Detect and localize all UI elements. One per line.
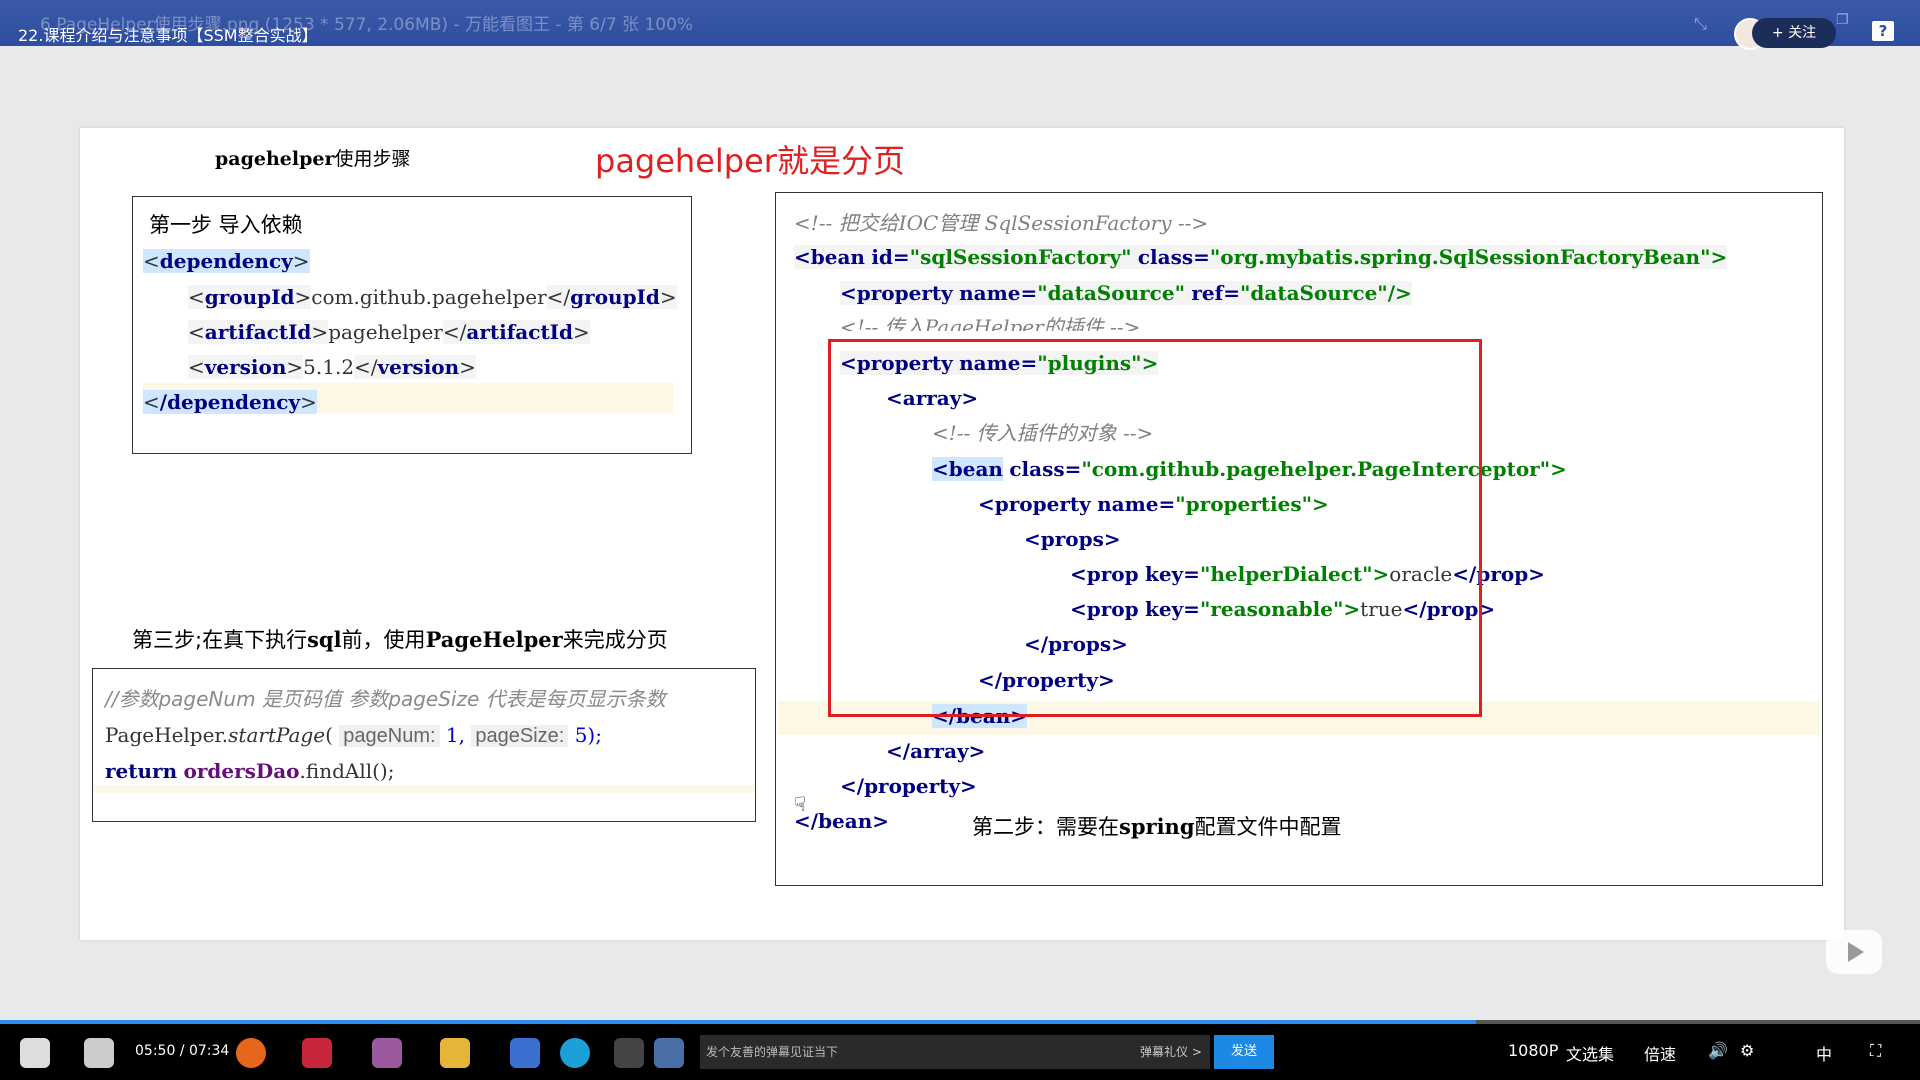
slide-image: pagehelper使用步骤 pagehelper就是分页 第一步 导入依赖 <… bbox=[80, 128, 1844, 940]
xml-comment: <!-- 传入PageHelper的插件 --> bbox=[840, 315, 1141, 331]
code-line: return ordersDao.findAll(); bbox=[105, 759, 395, 783]
danmaku-input[interactable]: 发个友善的弹幕见证当下 bbox=[700, 1035, 1210, 1069]
hand-cursor-icon: ☟ bbox=[794, 792, 807, 816]
code-line: </dependency> bbox=[143, 390, 317, 414]
code-line: </property> bbox=[840, 774, 977, 798]
red-title: pagehelper就是分页 bbox=[595, 142, 905, 180]
restore-window-icon[interactable]: ❐ bbox=[1836, 12, 1849, 28]
quality-selector[interactable]: 1080P bbox=[1508, 1041, 1558, 1060]
help-icon[interactable]: ? bbox=[1872, 21, 1894, 41]
playlist-button[interactable]: 文选集 bbox=[1566, 1041, 1614, 1065]
language-indicator[interactable]: 中 bbox=[1816, 1041, 1832, 1065]
play-pause-icon[interactable] bbox=[20, 1038, 50, 1068]
step1-box: 第一步 导入依赖 <dependency> <groupId>com.githu… bbox=[132, 196, 692, 454]
code-comment: //参数pageNum 是页码值 参数pageSize 代表是每页显示条数 bbox=[105, 687, 666, 711]
send-button[interactable]: 发送 bbox=[1214, 1035, 1274, 1069]
steps-heading-code: pagehelper bbox=[215, 148, 335, 170]
current-line-band bbox=[93, 785, 755, 793]
step3-box: //参数pageNum 是页码值 参数pageSize 代表是每页显示条数 Pa… bbox=[92, 668, 756, 822]
steps-heading-text: 使用步骤 bbox=[334, 148, 411, 170]
pdf-icon[interactable] bbox=[510, 1038, 540, 1068]
speed-button[interactable]: 倍速 bbox=[1644, 1041, 1676, 1065]
code-line: PageHelper.startPage( pageNum: 1, pageSi… bbox=[105, 723, 602, 747]
code-line: <dependency> bbox=[143, 249, 310, 273]
settings-icon[interactable]: ⚙ bbox=[1740, 1041, 1754, 1060]
code-line: <groupId>com.github.pagehelper</groupId> bbox=[188, 285, 677, 309]
folder-icon[interactable] bbox=[440, 1038, 470, 1068]
shrink-icon[interactable]: ⤡ bbox=[1694, 14, 1707, 34]
volume-icon[interactable]: 🔊 bbox=[1708, 1041, 1728, 1060]
code-line: </bean> bbox=[794, 809, 890, 833]
param-hint-pagesize: pageSize: bbox=[471, 725, 569, 747]
code-line: <property name="dataSource" ref="dataSou… bbox=[840, 281, 1412, 305]
time-readout: 05:50 / 07:34 bbox=[135, 1043, 230, 1059]
danmaku-etiquette-link[interactable]: 弹幕礼仪 > bbox=[1140, 1043, 1202, 1060]
code-line: <artifactId>pagehelper</artifactId> bbox=[188, 320, 590, 344]
code-line: </array> bbox=[886, 739, 986, 763]
play-icon[interactable] bbox=[1826, 930, 1882, 974]
code-line: <bean id="sqlSessionFactory" class="org.… bbox=[794, 245, 1728, 269]
danmaku-toggle-icon[interactable] bbox=[654, 1038, 684, 1068]
step2-box: <!-- 把交给IOC管理 SqlSessionFactory --> <bea… bbox=[775, 192, 1823, 886]
xml-comment: <!-- 把交给IOC管理 SqlSessionFactory --> bbox=[794, 211, 1209, 235]
steps-heading: pagehelper使用步骤 bbox=[215, 144, 411, 171]
step2-label: 第二步：需要在spring配置文件中配置 bbox=[972, 814, 1342, 839]
browser-icon[interactable] bbox=[560, 1038, 590, 1068]
follow-button[interactable]: + 关注 bbox=[1752, 18, 1836, 48]
app-icon[interactable] bbox=[372, 1038, 402, 1068]
step3-label: 第三步;在真下执行sql前，使用PageHelper来完成分页 bbox=[132, 627, 668, 652]
firefox-icon[interactable] bbox=[236, 1038, 266, 1068]
param-hint-pagenum: pageNum: bbox=[339, 725, 440, 747]
step1-label: 第一步 导入依赖 bbox=[149, 213, 303, 237]
highlight-box bbox=[828, 339, 1482, 717]
danmaku-settings-icon[interactable] bbox=[614, 1038, 644, 1068]
code-line: <version>5.1.2</version> bbox=[188, 355, 476, 379]
idea-icon[interactable] bbox=[302, 1038, 332, 1068]
next-icon[interactable] bbox=[84, 1038, 114, 1068]
video-title: 22.课程介绍与注意事项【SSM整合实战】 bbox=[18, 26, 318, 45]
fullscreen-icon[interactable]: ⛶ bbox=[1870, 1041, 1881, 1061]
